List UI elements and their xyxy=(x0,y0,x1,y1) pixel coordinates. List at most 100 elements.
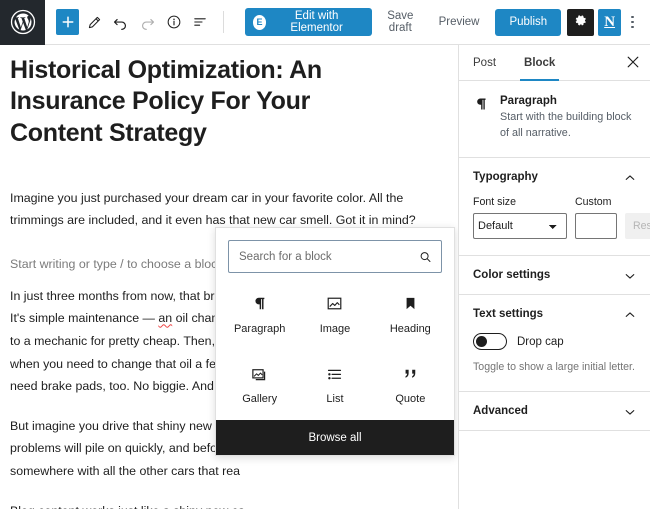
inserter-item-gallery[interactable]: Gallery xyxy=(222,350,297,421)
inserter-item-label: Gallery xyxy=(242,393,277,405)
gear-icon xyxy=(573,13,588,31)
block-search-input[interactable] xyxy=(229,241,441,272)
pilcrow-icon xyxy=(473,95,491,141)
block-search-area xyxy=(216,228,454,273)
panel-title: Advanced xyxy=(473,405,528,417)
font-size-select[interactable]: DefaultSmallNormalMediumLargeHuge xyxy=(473,213,567,239)
paragraph-block-4[interactable]: Blog content works just like a shiny new… xyxy=(10,500,448,509)
paragraph-2-line-5: need brake pads, too. No biggie. And so … xyxy=(10,379,244,393)
inserter-item-label: Image xyxy=(320,323,351,335)
drop-cap-help-text: Toggle to show a large initial letter. xyxy=(473,360,636,375)
custom-font-size-input[interactable] xyxy=(575,213,617,239)
redo-arrow-icon xyxy=(139,14,156,31)
save-draft-button[interactable]: Save draft xyxy=(372,4,429,40)
publish-button[interactable]: Publish xyxy=(495,9,561,36)
undo-arrow-icon xyxy=(112,14,129,31)
heading-bookmark-icon xyxy=(402,294,419,314)
block-card-title: Paragraph xyxy=(500,95,636,107)
block-type-card: Paragraph Start with the building block … xyxy=(459,81,650,158)
top-bar-left-tools: E Edit with Elementor xyxy=(45,8,372,36)
block-inserter-grid: Paragraph Image Heading Gallery List xyxy=(216,273,454,420)
panel-color-settings: Color settings xyxy=(459,256,650,295)
nelio-ab-testing-button[interactable]: N xyxy=(598,9,621,36)
paragraph-block-1[interactable]: Imagine you just purchased your dream ca… xyxy=(10,187,448,232)
block-card-text: Paragraph Start with the building block … xyxy=(500,95,636,141)
custom-font-size-field: Custom xyxy=(575,196,617,239)
plus-icon xyxy=(61,15,75,29)
panel-typography-body: Font size DefaultSmallNormalMediumLargeH… xyxy=(459,196,650,255)
inserter-item-heading[interactable]: Heading xyxy=(373,279,448,350)
list-view-button[interactable] xyxy=(188,9,211,35)
paragraph-4-line-1: Blog content works just like a shiny new… xyxy=(10,504,245,509)
tab-post[interactable]: Post xyxy=(459,45,510,80)
pencil-icon xyxy=(87,15,102,30)
paragraph-3-line-2: problems will pile on quickly, and befor… xyxy=(10,441,245,455)
more-options-button[interactable] xyxy=(623,9,642,36)
redo-button[interactable] xyxy=(135,9,158,35)
misspelled-word: an xyxy=(158,311,172,325)
preview-button[interactable]: Preview xyxy=(429,10,490,34)
settings-button[interactable] xyxy=(567,9,594,36)
tab-block[interactable]: Block xyxy=(510,45,569,80)
editor-top-bar: E Edit with Elementor Save draft Preview… xyxy=(0,0,650,45)
top-bar-right-tools: Save draft Preview Publish N xyxy=(372,4,650,40)
undo-button[interactable] xyxy=(109,9,132,35)
reset-font-size-button[interactable]: Reset xyxy=(625,213,650,239)
panel-text-settings-body: Drop cap Toggle to show a large initial … xyxy=(459,333,650,391)
list-view-icon xyxy=(192,14,208,30)
panel-text-settings: Text settings Drop cap Toggle to show a … xyxy=(459,295,650,392)
panel-advanced: Advanced xyxy=(459,392,650,431)
quote-icon xyxy=(402,364,419,384)
close-sidebar-button[interactable] xyxy=(616,45,650,80)
custom-font-size-label: Custom xyxy=(575,196,617,208)
magnifier-icon xyxy=(419,250,432,263)
inserter-item-paragraph[interactable]: Paragraph xyxy=(222,279,297,350)
close-x-icon xyxy=(627,55,639,71)
gallery-icon xyxy=(251,364,268,384)
post-title-block[interactable]: Historical Optimization: An Insurance Po… xyxy=(10,45,448,149)
panel-title: Color settings xyxy=(473,269,550,281)
post-title[interactable]: Historical Optimization: An Insurance Po… xyxy=(10,55,448,149)
list-icon xyxy=(326,364,343,384)
content-info-button[interactable] xyxy=(162,9,185,35)
inserter-item-image[interactable]: Image xyxy=(297,279,372,350)
elementor-badge-icon: E xyxy=(253,15,266,30)
edit-with-elementor-button[interactable]: E Edit with Elementor xyxy=(245,8,372,36)
chevron-down-icon xyxy=(624,269,636,281)
paragraph-2-line-3: to a mechanic for pretty cheap. Then, yo… xyxy=(10,334,241,348)
inserter-item-label: List xyxy=(326,393,343,405)
font-size-label: Font size xyxy=(473,196,567,208)
chevron-up-icon xyxy=(624,308,636,320)
block-card-description: Start with the building block of all nar… xyxy=(500,110,636,141)
wordpress-logo-button[interactable] xyxy=(0,0,45,45)
inserter-item-label: Quote xyxy=(395,393,425,405)
block-search-box[interactable] xyxy=(228,240,442,273)
edit-mode-button[interactable] xyxy=(82,9,105,35)
panel-typography: Typography Font size DefaultSmallNormalM… xyxy=(459,158,650,256)
paragraph-3-line-3: somewhere with all the other cars that r… xyxy=(10,464,240,478)
panel-advanced-header[interactable]: Advanced xyxy=(459,392,650,430)
font-size-controls: Font size DefaultSmallNormalMediumLargeH… xyxy=(473,196,636,239)
panel-color-settings-header[interactable]: Color settings xyxy=(459,256,650,294)
paragraph-3-line-1: But imagine you drive that shiny new car… xyxy=(10,419,243,433)
panel-text-settings-header[interactable]: Text settings xyxy=(459,295,650,333)
wordpress-logo-icon xyxy=(10,9,36,35)
sidebar-tab-bar: Post Block xyxy=(459,45,650,81)
inserter-item-list[interactable]: List xyxy=(297,350,372,421)
drop-cap-toggle[interactable] xyxy=(473,333,507,350)
drop-cap-label: Drop cap xyxy=(517,336,564,348)
add-block-button[interactable] xyxy=(56,9,79,35)
inserter-item-label: Paragraph xyxy=(234,323,285,335)
inserter-item-label: Heading xyxy=(390,323,431,335)
settings-sidebar: Post Block Paragraph Start with the buil… xyxy=(458,45,650,509)
inserter-item-quote[interactable]: Quote xyxy=(373,350,448,421)
panel-typography-header[interactable]: Typography xyxy=(459,158,650,196)
toolbar-divider xyxy=(223,11,224,33)
browse-all-button[interactable]: Browse all xyxy=(216,420,454,455)
vertical-ellipsis-icon xyxy=(631,16,634,29)
image-icon xyxy=(326,294,343,314)
font-size-field: Font size DefaultSmallNormalMediumLargeH… xyxy=(473,196,567,239)
chevron-up-icon xyxy=(624,171,636,183)
edit-with-elementor-label: Edit with Elementor xyxy=(272,10,361,34)
info-circle-icon xyxy=(166,14,182,30)
